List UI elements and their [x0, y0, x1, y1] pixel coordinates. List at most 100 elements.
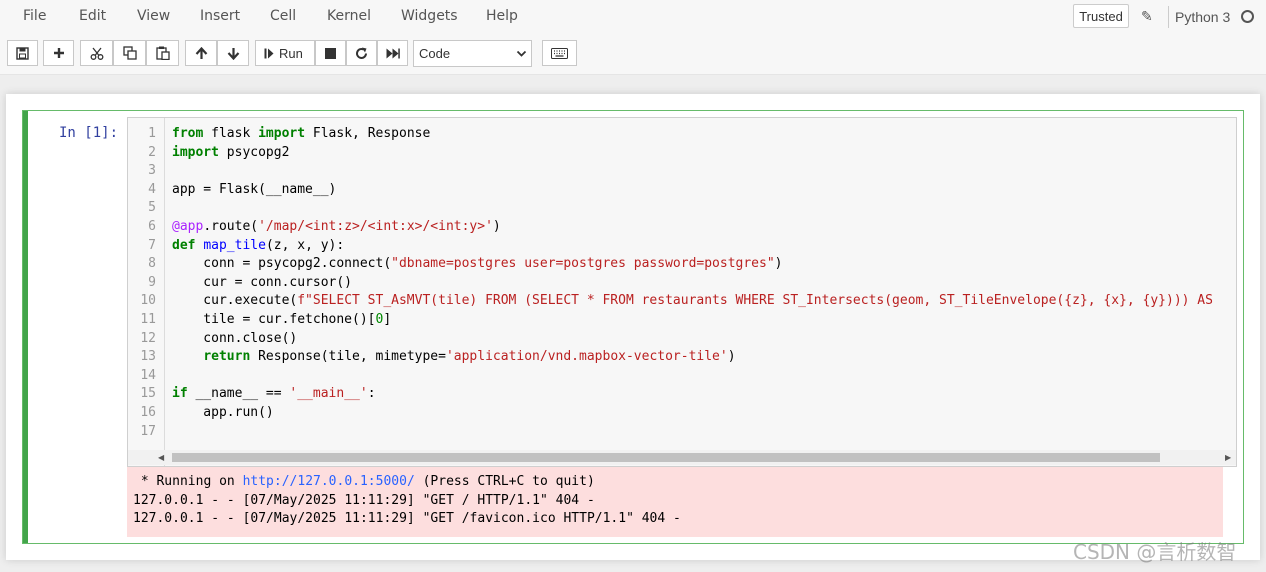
code-token: :: [367, 386, 376, 402]
code-token: __name__ ==: [187, 386, 290, 402]
watermark: CSDN @言析数智: [1073, 540, 1237, 564]
code-line: from flask import Flask, Response: [172, 125, 430, 144]
code-line: app.run(): [172, 405, 274, 420]
output-line: 127.0.0.1 - - [07/May/2025 11:11:29] "GE…: [133, 511, 681, 527]
save-icon: [16, 46, 29, 60]
code-editor[interactable]: 1 2 3 4 5 6 7 8 9 10 11 12 13 14 15 16 1…: [127, 117, 1237, 467]
line-number: 7: [148, 237, 156, 253]
keyboard-icon: [551, 47, 568, 59]
line-number: 10: [140, 293, 156, 309]
kernel-idle-icon: [1241, 10, 1254, 23]
code-token: psycopg2: [218, 144, 290, 160]
code-line: conn.close(): [172, 330, 298, 346]
menu-view[interactable]: View: [137, 8, 170, 24]
code-token: tile = cur.fetchone()[: [172, 312, 376, 327]
cut-button[interactable]: [80, 40, 113, 66]
restart-kernel-button[interactable]: [346, 40, 377, 66]
code-token: (z, x, y):: [265, 237, 345, 253]
code-token: ): [727, 349, 736, 365]
restart-run-all-button[interactable]: [377, 40, 408, 66]
line-number: 8: [148, 256, 156, 272]
insert-cell-button[interactable]: [43, 40, 74, 66]
paste-button[interactable]: [146, 40, 179, 66]
fast-forward-icon: [386, 48, 400, 58]
code-token: @app: [172, 219, 204, 234]
menu-insert[interactable]: Insert: [200, 8, 240, 24]
code-token: Flask, Response: [305, 126, 431, 141]
arrow-up-icon: [195, 46, 207, 59]
cell-output-stderr: * Running on http://127.0.0.1:5000/ (Pre…: [127, 467, 1223, 537]
line-number: 13: [140, 349, 156, 365]
line-number: 14: [140, 367, 156, 383]
output-link[interactable]: http://127.0.0.1:5000/: [243, 474, 415, 489]
kernel-name[interactable]: Python 3: [1175, 9, 1230, 25]
line-number: 1: [148, 126, 156, 141]
code-token: if: [172, 386, 188, 402]
arrow-down-icon: [227, 47, 239, 60]
code-line: if __name__ == '__main__':: [172, 385, 376, 404]
scrollbar-thumb[interactable]: [172, 453, 1160, 462]
output-text: * Running on: [133, 474, 243, 489]
line-number: 16: [140, 405, 156, 420]
output-text: (Press CTRL+C to quit): [414, 474, 595, 489]
menu-file[interactable]: File: [23, 8, 46, 24]
trusted-indicator[interactable]: Trusted: [1073, 4, 1129, 28]
code-token: conn = psycopg2.connect(: [172, 256, 392, 272]
line-number: 12: [140, 330, 156, 346]
code-token: .route(: [203, 219, 259, 234]
stop-icon: [325, 47, 336, 59]
line-number: 5: [148, 200, 156, 216]
line-number: 9: [148, 274, 156, 290]
line-number: 17: [140, 423, 156, 439]
move-down-button[interactable]: [217, 40, 249, 66]
notebook-container: In [1]: 1 2 3 4 5 6 7 8 9 10 11 12 13 14…: [6, 94, 1260, 560]
output-line: * Running on http://127.0.0.1:5000/ (Pre…: [133, 473, 595, 492]
horizontal-scrollbar[interactable]: ◀ ▶: [128, 450, 1236, 465]
code-token: ): [774, 256, 783, 272]
copy-button[interactable]: [113, 40, 146, 66]
line-number: 3: [148, 163, 156, 179]
step-forward-icon: [264, 48, 274, 58]
cell-type-select[interactable]: Code: [413, 40, 532, 67]
code-token: return: [203, 349, 251, 365]
code-token: import: [258, 126, 306, 141]
code-token: flask: [203, 126, 259, 141]
chevron-down-icon: [516, 50, 527, 57]
scroll-right-icon[interactable]: ▶: [1225, 453, 1231, 462]
code-line: import psycopg2: [172, 144, 289, 163]
edit-pencil-icon[interactable]: ✎: [1141, 8, 1153, 25]
code-line: cur = conn.cursor(): [172, 274, 353, 290]
code-line: cur.execute(f"SELECT ST_AsMVT(tile) FROM…: [172, 292, 1213, 311]
toolbar: Run Code: [0, 34, 1266, 75]
interrupt-kernel-button[interactable]: [315, 40, 346, 66]
code-token: '/map/<int:z>/<int:x>/<int:y>': [258, 219, 493, 234]
line-number-gutter: 1 2 3 4 5 6 7 8 9 10 11 12 13 14 15 16 1…: [128, 118, 165, 466]
kernel-separator: [1168, 6, 1169, 28]
output-line: 127.0.0.1 - - [07/May/2025 11:11:29] "GE…: [133, 492, 595, 508]
command-palette-button[interactable]: [542, 40, 577, 66]
move-up-button[interactable]: [185, 40, 217, 66]
save-button[interactable]: [7, 40, 38, 66]
code-token: 'application/vnd.mapbox-vector-tile': [445, 349, 728, 365]
code-token: from: [172, 126, 204, 141]
cell-type-value: Code: [419, 46, 451, 61]
menu-widgets[interactable]: Widgets: [401, 8, 458, 24]
code-cell[interactable]: In [1]: 1 2 3 4 5 6 7 8 9 10 11 12 13 14…: [22, 110, 1244, 544]
scroll-left-icon[interactable]: ◀: [158, 453, 164, 462]
menu-kernel[interactable]: Kernel: [327, 8, 371, 24]
cell-selected-bar: [23, 111, 28, 543]
scissors-icon: [90, 47, 103, 60]
menu-edit[interactable]: Edit: [79, 8, 106, 24]
menu-help[interactable]: Help: [486, 8, 518, 24]
code-line: tile = cur.fetchone()[0]: [172, 311, 391, 330]
code-line: def map_tile(z, x, y):: [172, 237, 344, 256]
code-token: f"SELECT ST_AsMVT(tile) FROM (SELECT * F…: [297, 293, 1213, 309]
line-number: 6: [148, 219, 156, 234]
code-token: Response(tile, mimetype=: [250, 349, 446, 365]
code-line: @app.route('/map/<int:z>/<int:x>/<int:y>…: [172, 218, 501, 237]
code-token: map_tile: [203, 237, 266, 253]
code-token: def: [172, 237, 196, 253]
copy-icon: [122, 46, 137, 60]
run-button[interactable]: Run: [255, 40, 315, 66]
menu-cell[interactable]: Cell: [270, 8, 296, 24]
